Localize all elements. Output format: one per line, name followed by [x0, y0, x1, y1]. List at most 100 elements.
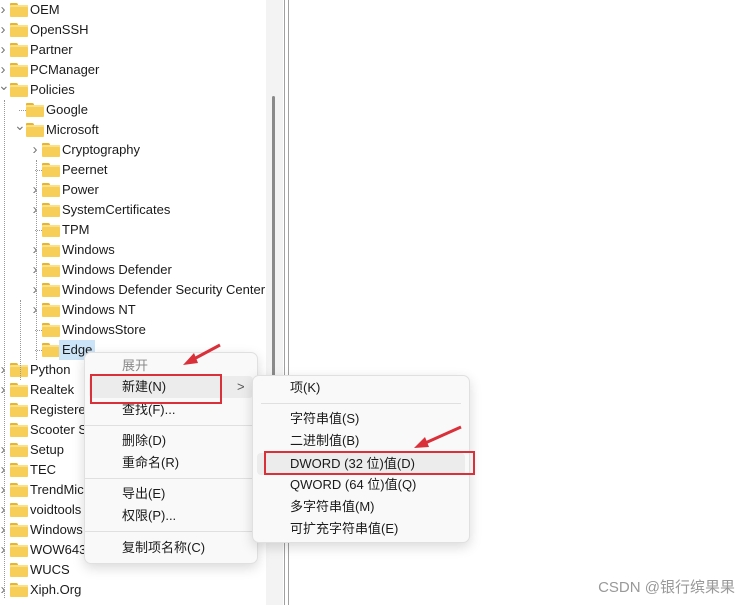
- watermark: CSDN @银行缤果果: [598, 579, 735, 596]
- submenu-item-expandable-string[interactable]: 可扩充字符串值(E): [257, 518, 465, 540]
- tree-item[interactable]: › Power: [0, 180, 266, 200]
- tree-guide-line: [4, 100, 5, 598]
- folder-icon: [10, 583, 28, 597]
- tree-item-label: Scooter S: [30, 422, 88, 437]
- menu-label: 删除(D): [122, 433, 167, 448]
- tree-item-label: PCManager: [30, 62, 100, 77]
- submenu-item-qword[interactable]: QWORD (64 位)值(Q): [257, 474, 465, 496]
- tree-item-label: voidtools: [30, 502, 82, 517]
- menu-label: 导出(E): [122, 486, 166, 501]
- tree-item[interactable]: › Xiph.Org: [0, 580, 266, 600]
- tree-item-label: Python: [30, 362, 71, 377]
- folder-icon: [42, 303, 60, 317]
- chevron-right-icon[interactable]: ›: [30, 300, 40, 320]
- chevron-right-icon[interactable]: ›: [30, 240, 40, 260]
- tree-item-label: WindowsStore: [62, 322, 146, 337]
- tree-item-label: TrendMic: [30, 482, 84, 497]
- tree-item-label: Windows Defender: [62, 262, 172, 277]
- submenu-item-binary[interactable]: 二进制值(B): [257, 430, 465, 452]
- tree-item[interactable]: WindowsStore: [0, 320, 266, 340]
- highlight-box-new: [90, 374, 222, 404]
- folder-icon: [26, 103, 44, 117]
- chevron-right-icon[interactable]: ›: [0, 20, 8, 40]
- tree-item[interactable]: ⌄ Policies: [0, 77, 266, 100]
- folder-icon: [10, 363, 28, 377]
- folder-icon: [42, 183, 60, 197]
- tree-item[interactable]: › Windows: [0, 240, 266, 260]
- folder-icon: [10, 523, 28, 537]
- tree-item-label: Windows Defender Security Center: [62, 282, 266, 297]
- folder-icon: [10, 63, 28, 77]
- tree-item[interactable]: › Windows NT: [0, 300, 266, 320]
- chevron-right-icon[interactable]: ›: [30, 140, 40, 160]
- tree-item[interactable]: Google: [0, 100, 266, 120]
- menu-label: 字符串值(S): [290, 411, 360, 426]
- folder-icon: [42, 343, 60, 357]
- highlight-box-dword: [264, 451, 475, 475]
- submenu-item-key[interactable]: 项(K): [257, 377, 465, 399]
- submenu-arrow-icon: >: [237, 379, 245, 394]
- tree-item[interactable]: › OpenSSH: [0, 20, 266, 40]
- tree-item[interactable]: TPM: [0, 220, 266, 240]
- folder-icon: [42, 323, 60, 337]
- chevron-down-icon[interactable]: ⌄: [14, 115, 26, 135]
- tree-item-label: Windows: [30, 522, 83, 537]
- tree-guide-line: [20, 300, 21, 380]
- tree-item-label: WUCS: [30, 562, 70, 577]
- folder-icon: [42, 203, 60, 217]
- folder-icon: [10, 403, 28, 417]
- tree-item[interactable]: › SystemCertificates: [0, 200, 266, 220]
- folder-icon: [10, 23, 28, 37]
- menu-item-delete[interactable]: 删除(D): [89, 430, 253, 452]
- chevron-right-icon[interactable]: ›: [0, 40, 8, 60]
- tree-item-label: TPM: [62, 222, 90, 237]
- folder-icon: [42, 223, 60, 237]
- folder-icon: [42, 263, 60, 277]
- chevron-right-icon[interactable]: ›: [30, 200, 40, 220]
- chevron-right-icon[interactable]: ›: [30, 280, 40, 300]
- tree-item[interactable]: › Windows Defender Security Center: [0, 280, 266, 300]
- menu-label: 复制项名称(C): [122, 540, 206, 555]
- folder-icon: [42, 243, 60, 257]
- folder-icon: [10, 503, 28, 517]
- tree-item-label: Xiph.Org: [30, 582, 82, 597]
- menu-item-copy-key-name[interactable]: 复制项名称(C): [89, 537, 253, 559]
- menu-separator: [85, 425, 257, 426]
- tree-item-label: Setup: [30, 442, 64, 457]
- tree-item[interactable]: › Cryptography: [0, 140, 266, 160]
- tree-item-label: Peernet: [62, 162, 108, 177]
- chevron-right-icon[interactable]: ›: [0, 0, 8, 20]
- tree-item-label: Windows NT: [62, 302, 136, 317]
- folder-icon: [10, 3, 28, 17]
- tree-item-label: OpenSSH: [30, 22, 89, 37]
- tree-item-label: Realtek: [30, 382, 75, 397]
- menu-label: 多字符串值(M): [290, 499, 375, 514]
- tree-item[interactable]: › OEM: [0, 0, 266, 20]
- menu-item-permissions[interactable]: 权限(P)...: [89, 505, 253, 527]
- menu-item-export[interactable]: 导出(E): [89, 483, 253, 505]
- folder-icon: [10, 383, 28, 397]
- menu-label: 权限(P)...: [122, 508, 177, 523]
- tree-item[interactable]: ⌄ Microsoft: [0, 117, 266, 140]
- tree-item[interactable]: › PCManager: [0, 60, 266, 80]
- submenu-item-multi-string[interactable]: 多字符串值(M): [257, 496, 465, 518]
- menu-label: 二进制值(B): [290, 433, 360, 448]
- folder-icon: [10, 563, 28, 577]
- tree-item[interactable]: Peernet: [0, 160, 266, 180]
- tree-item-label: Policies: [30, 82, 75, 97]
- folder-icon: [10, 43, 28, 57]
- tree-item-label: TEC: [30, 462, 56, 477]
- menu-label: QWORD (64 位)值(Q): [290, 477, 417, 492]
- tree-item-label: Power: [62, 182, 99, 197]
- tree-item[interactable]: › Windows Defender: [0, 260, 266, 280]
- submenu-item-string[interactable]: 字符串值(S): [257, 408, 465, 430]
- chevron-right-icon[interactable]: ›: [30, 180, 40, 200]
- folder-icon: [10, 543, 28, 557]
- chevron-down-icon[interactable]: ⌄: [0, 75, 10, 95]
- menu-item-rename[interactable]: 重命名(R): [89, 452, 253, 474]
- tree-item-label: Microsoft: [46, 122, 99, 137]
- tree-item-label: OEM: [30, 2, 60, 17]
- folder-icon: [10, 83, 28, 97]
- tree-item[interactable]: › Partner: [0, 40, 266, 60]
- chevron-right-icon[interactable]: ›: [30, 260, 40, 280]
